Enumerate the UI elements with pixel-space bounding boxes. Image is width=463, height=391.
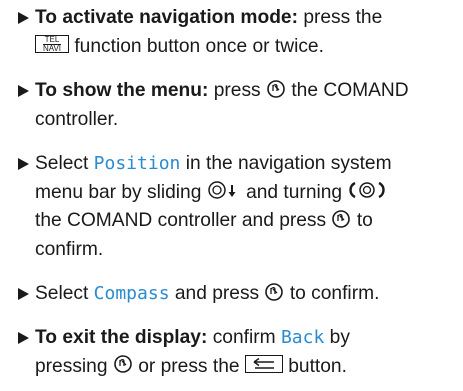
- step-show-menu: To show the menu: press the COMAND contr…: [18, 77, 458, 134]
- menu-term-position: Position: [93, 153, 181, 174]
- step-text: Select Position in the navigation system…: [35, 153, 392, 260]
- step-bullet-icon: [18, 288, 29, 300]
- step-text: To exit the display: confirm Back by pre…: [35, 327, 350, 377]
- step-select-position: Select Position in the navigation system…: [18, 150, 458, 264]
- controller-press-icon: [265, 283, 284, 301]
- instruction-page: To activate navigation mode: press the T…: [0, 0, 463, 391]
- step-exit-display: To exit the display: confirm Back by pre…: [18, 324, 458, 381]
- menu-term-compass: Compass: [93, 283, 170, 304]
- step-heading: To activate navigation mode:: [35, 7, 298, 28]
- step-bullet-icon: [18, 332, 29, 344]
- controller-slide-down-icon: [207, 181, 236, 200]
- tel-navi-button-icon: TEL NAVI: [35, 35, 69, 54]
- step-select-compass: Select Compass and press to confirm.: [18, 280, 458, 309]
- step-text: Select Compass and press to confirm.: [35, 283, 380, 304]
- controller-turn-icon: [349, 182, 386, 199]
- menu-term-back: Back: [280, 327, 325, 348]
- step-text: To activate navigation mode: press the T…: [35, 7, 383, 57]
- step-heading: To exit the display:: [35, 327, 208, 348]
- controller-press-icon: [267, 80, 285, 98]
- step-activate-navigation: To activate navigation mode: press the T…: [18, 4, 458, 61]
- step-heading: To show the menu:: [35, 80, 209, 101]
- step-text: To show the menu: press the COMAND contr…: [35, 80, 409, 130]
- controller-press-icon: [114, 355, 132, 374]
- step-bullet-icon: [18, 158, 29, 170]
- step-bullet-icon: [18, 85, 29, 97]
- controller-press-icon: [332, 210, 351, 228]
- step-bullet-icon: [18, 12, 29, 24]
- back-button-icon: [244, 355, 283, 374]
